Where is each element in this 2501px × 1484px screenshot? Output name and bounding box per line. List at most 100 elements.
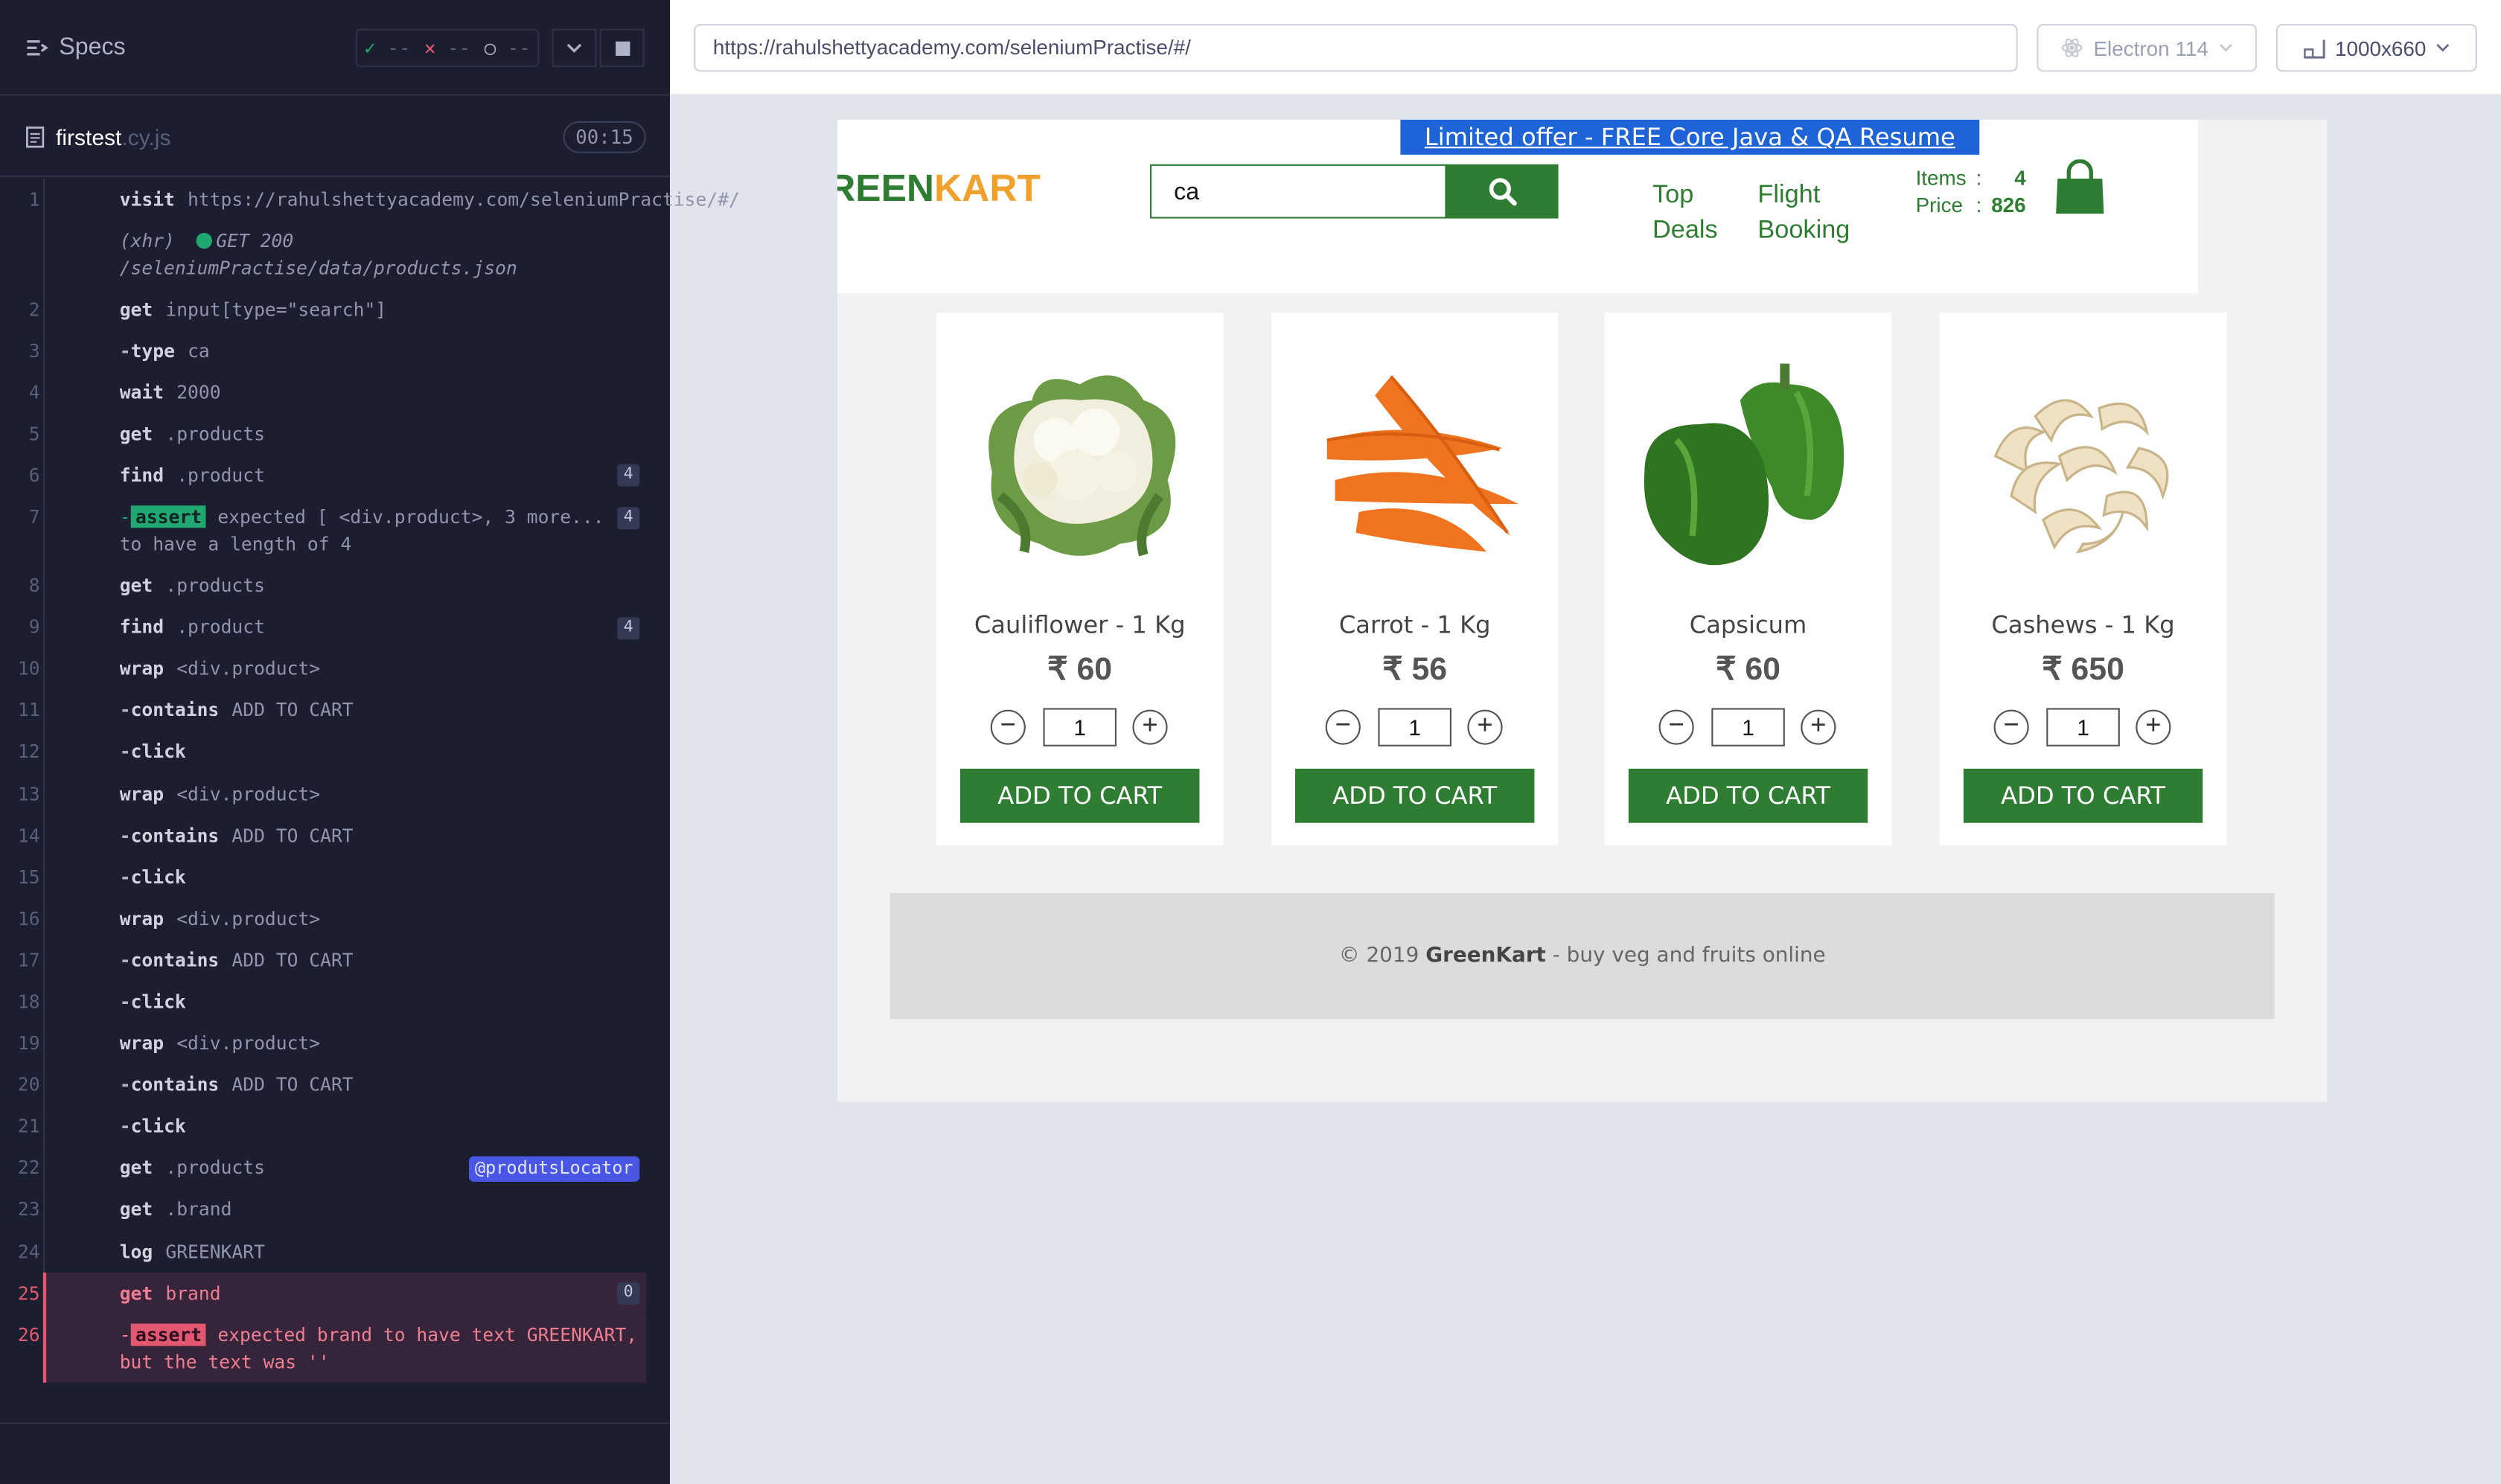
quantity-input[interactable]: 1: [1711, 708, 1785, 746]
add-to-cart-button[interactable]: ADD TO CART: [1295, 768, 1535, 823]
command-row[interactable]: 2 get input[type="search"]: [29, 289, 646, 330]
command-row[interactable]: 9 find .product 4: [29, 607, 646, 649]
command-row[interactable]: 10 wrap <div.product>: [18, 649, 646, 691]
command-row[interactable]: 25 get brand 0: [18, 1273, 646, 1315]
command-name: contains: [120, 1074, 220, 1096]
command-name: get: [119, 574, 153, 597]
decrement-button[interactable]: −: [1993, 709, 2029, 745]
command-number: 26: [17, 1323, 40, 1346]
quantity-input[interactable]: 1: [2046, 708, 2120, 746]
command-message: input[type="search"]: [165, 297, 387, 320]
command-message: ca: [188, 339, 210, 362]
product-price: ₹ 60: [1047, 652, 1113, 688]
command-row[interactable]: 6 find .product 4: [29, 455, 646, 497]
cart-button[interactable]: [2053, 159, 2107, 225]
command-message: <div.product>: [176, 1032, 321, 1055]
command-number: 1: [28, 187, 40, 210]
add-to-cart-button[interactable]: ADD TO CART: [1628, 768, 1868, 823]
flight-booking-link[interactable]: Flight Booking: [1757, 179, 1850, 249]
aut-header: https://rahulshettyacademy.com/seleniumP…: [670, 0, 2501, 96]
command-message: 2000: [176, 380, 221, 403]
command-name: click: [120, 866, 186, 888]
search-input[interactable]: ca: [1150, 164, 1447, 219]
command-row[interactable]: 17 contains ADD TO CART: [18, 940, 646, 982]
command-row[interactable]: 13 wrap <div.product>: [18, 773, 646, 815]
greenkart-header: Limited offer - FREE Core Java & QA Resu…: [837, 119, 2198, 294]
quantity-input[interactable]: 1: [1043, 708, 1117, 746]
increment-button[interactable]: +: [2136, 709, 2171, 745]
spec-file[interactable]: firstest.cy.js: [25, 124, 170, 150]
command-row[interactable]: 12 click: [18, 732, 646, 773]
command-row[interactable]: 8 get .products: [29, 566, 646, 607]
command-row[interactable]: 5 get .products: [29, 414, 646, 455]
increment-button[interactable]: +: [1801, 709, 1836, 745]
command-row[interactable]: 11 contains ADD TO CART: [18, 691, 646, 732]
pending-icon: ○: [484, 36, 496, 60]
decrement-button[interactable]: −: [1658, 709, 1694, 745]
top-deals-link[interactable]: Top Deals: [1652, 179, 1718, 249]
product-name: Carrot - 1 Kg: [1338, 610, 1491, 640]
command-row[interactable]: 16 wrap <div.product>: [18, 898, 646, 940]
stop-button[interactable]: [599, 28, 645, 67]
command-number: 7: [28, 505, 40, 528]
quantity-input[interactable]: 1: [1378, 708, 1451, 746]
command-row[interactable]: 20 contains ADD TO CART: [18, 1065, 646, 1107]
command-row[interactable]: 24 log GREENKART: [18, 1231, 646, 1273]
command-name: get: [119, 1157, 153, 1180]
status-dot-icon: [197, 231, 214, 249]
decrement-button[interactable]: −: [1325, 709, 1361, 745]
command-row[interactable]: (xhr) GET 200 /seleniumPractise/data/pro…: [45, 220, 646, 289]
brand-orange: KART: [934, 167, 1041, 211]
command-row[interactable]: 3 typeca: [29, 330, 646, 372]
command-name: click: [120, 1115, 186, 1137]
command-row[interactable]: 18 click: [18, 982, 646, 1023]
command-name: get: [119, 297, 153, 320]
capsicum-image: [1629, 345, 1868, 583]
decrement-button[interactable]: −: [990, 709, 1026, 745]
spec-file-header: firstest.cy.js 00:15: [0, 97, 670, 177]
command-number: 22: [17, 1157, 40, 1180]
cypress-reporter: Specs ✓ -- ✕ -- ○ -- firstest.cy.js 00:1…: [0, 0, 740, 1484]
command-name: wrap: [119, 1032, 165, 1055]
passed-icon: ✓: [364, 36, 376, 60]
command-row[interactable]: 21 click: [18, 1107, 646, 1148]
command-number: 21: [17, 1115, 40, 1138]
command-row[interactable]: 23 get .brand: [18, 1190, 646, 1232]
top-deals-line1: Top: [1652, 182, 1694, 209]
increment-button[interactable]: +: [1467, 709, 1503, 745]
brand-green: REEN: [837, 167, 935, 211]
offer-link[interactable]: Limited offer - FREE Core Java & QA Resu…: [1400, 119, 1980, 187]
command-row[interactable]: 1 visit https://rahulshettyacademy.com/sel…: [29, 179, 740, 220]
product-name: Cauliflower - 1 Kg: [974, 610, 1186, 640]
chevron-down-button[interactable]: [552, 28, 597, 67]
brand-logo: REENKART: [837, 167, 1041, 212]
command-row[interactable]: 15 click: [18, 857, 646, 898]
search-button[interactable]: [1445, 164, 1559, 219]
add-to-cart-button[interactable]: ADD TO CART: [960, 768, 1200, 823]
command-row[interactable]: 22 get .products @produtsLocator: [18, 1148, 646, 1190]
command-number: 14: [17, 824, 40, 847]
command-row[interactable]: 7- assert expected [ <div.product>, 3 mor…: [29, 497, 646, 566]
add-to-cart-button[interactable]: ADD TO CART: [1963, 768, 2203, 823]
count-badge: 4: [617, 616, 640, 639]
specs-label: Specs: [59, 33, 126, 61]
command-message: .products: [165, 574, 265, 597]
count-badge: 4: [617, 506, 640, 529]
failed-icon: ✕: [424, 36, 436, 60]
command-message: .product: [176, 615, 265, 639]
specs-toggle[interactable]: Specs: [25, 33, 126, 61]
url-bar[interactable]: https://rahulshettyacademy.com/seleniumP…: [694, 24, 2018, 72]
command-number: 13: [17, 782, 40, 805]
command-number: 8: [28, 574, 40, 597]
shopping-bag-icon: [2056, 159, 2104, 214]
command-name: type: [120, 339, 175, 362]
viewport-selector[interactable]: 1000x660: [2275, 24, 2477, 72]
command-row[interactable]: 19 wrap <div.product>: [18, 1023, 646, 1065]
command-number: 17: [17, 948, 40, 971]
alias-badge: @produtsLocator: [468, 1156, 640, 1182]
command-row[interactable]: 26- assert expected brand to have text GR…: [18, 1314, 646, 1384]
increment-button[interactable]: +: [1132, 709, 1168, 745]
browser-selector[interactable]: Electron 114: [2037, 24, 2258, 72]
command-row[interactable]: 4 wait 2000: [29, 372, 646, 414]
command-row[interactable]: 14 contains ADD TO CART: [18, 815, 646, 857]
